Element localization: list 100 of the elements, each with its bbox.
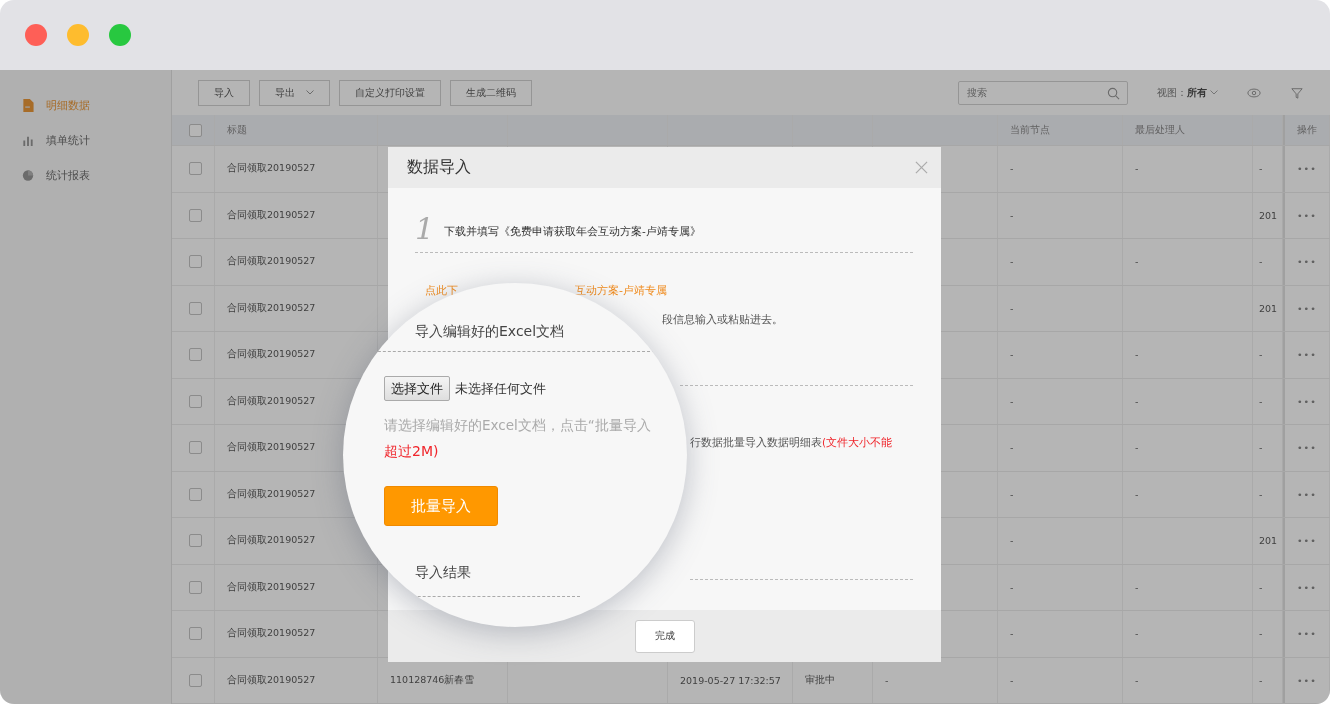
table-cell: - [1010,581,1014,593]
search-icon [1107,86,1120,100]
table-cell: - [1010,302,1014,314]
table-cell: - [1010,488,1014,500]
step-number: 1 [415,213,435,245]
table-cell: 合同领取20190527 [227,673,316,687]
close-icon[interactable] [915,161,928,174]
table-cell: - [1135,488,1139,500]
caret-icon [1210,90,1218,95]
checkbox[interactable] [189,348,202,362]
table-cell: 合同领取20190527 [227,487,316,501]
caret-icon [306,90,314,95]
checkbox[interactable] [189,162,202,176]
checkbox[interactable] [189,123,202,137]
table-cell: - [1135,163,1139,175]
table-cell: 审批中 [805,673,835,687]
checkbox[interactable] [189,255,202,269]
checkbox[interactable] [189,534,202,548]
checkbox[interactable] [189,301,202,315]
table-cell: 2019-05-27 17:32:57 [680,674,781,686]
table-cell: 合同领取20190527 [227,394,316,408]
step-title: 导入编辑好的Excel文档 [415,323,565,339]
instruction-text: 行数据批量导入数据明细表 [690,436,822,448]
table-cell: - [1135,674,1139,686]
checkbox[interactable] [189,394,202,408]
more-button[interactable]: ••• [1297,209,1317,221]
pie-chart-icon [22,169,34,182]
dialog-title: 数据导入 [407,157,471,178]
checkbox[interactable] [189,441,202,455]
table-cell: - [1010,163,1014,175]
download-link[interactable]: 互动方案-卢靖专属 [575,283,667,298]
size-note: 超过2M) [383,443,440,461]
more-button[interactable]: ••• [1297,302,1317,314]
search-field[interactable]: 搜索 [958,80,1128,105]
table-cell: 合同领取20190527 [227,301,316,315]
checkbox[interactable] [189,487,202,501]
close-window-button[interactable] [25,24,47,46]
table-cell: - [1135,581,1139,593]
table-cell: - [1010,395,1014,407]
table-cell: - [1259,256,1263,268]
more-button[interactable]: ••• [1297,256,1317,268]
table-cell: - [1259,349,1263,361]
table-cell: 合同领取20190527 [227,580,316,594]
filter-icon[interactable] [1290,86,1304,99]
table-cell: - [1135,628,1139,640]
table-cell: 201 [1259,209,1278,221]
table-cell: - [1010,209,1014,221]
hint-text: 请选择编辑好的Excel文档，点击“批量导入 [383,417,652,435]
table-cell: - [1135,395,1139,407]
import-button[interactable]: 批量导入 [384,486,498,526]
view-selector[interactable]: 视图：所有 [1157,85,1218,100]
choose-file-button[interactable]: 选择文件 [384,376,450,401]
more-button[interactable]: ••• [1297,442,1317,454]
table-cell: - [885,674,889,686]
checkbox[interactable] [189,580,202,594]
minimize-window-button[interactable] [67,24,89,46]
checkbox[interactable] [189,208,202,222]
more-button[interactable]: ••• [1297,674,1317,686]
toolbar-button[interactable]: 导入 [198,79,250,106]
file-status: 未选择任何文件 [455,379,546,398]
table-cell: - [1259,488,1263,500]
toolbar-button[interactable]: 自定义打印设置 [339,79,441,106]
table-cell: - [1259,163,1263,175]
eye-icon[interactable] [1247,86,1261,99]
table-cell: 110128746新春雪 [390,673,475,687]
document-icon [22,99,34,112]
table-cell: - [1135,256,1139,268]
table-cell: - [1010,442,1014,454]
done-button[interactable]: 完成 [634,619,695,653]
more-button[interactable]: ••• [1297,488,1317,500]
maximize-window-button[interactable] [109,24,131,46]
instruction-text: 段信息输入或粘贴进去。 [662,312,784,327]
table-cell: - [1010,674,1014,686]
download-link[interactable]: 点此下 [425,283,458,298]
more-button[interactable]: ••• [1297,581,1317,593]
table-cell: 合同领取20190527 [227,208,316,222]
sidebar-item[interactable]: 统计报表 [0,158,171,193]
table-cell: 合同领取20190527 [227,627,316,641]
table-cell: 201 [1259,535,1278,547]
sidebar-item[interactable]: 明细数据 [0,88,171,123]
column-header: 标题 [227,123,247,137]
more-button[interactable]: ••• [1297,349,1317,361]
more-button[interactable]: ••• [1297,163,1317,175]
table-cell: 合同领取20190527 [227,255,316,269]
more-button[interactable]: ••• [1297,628,1317,640]
table-cell: - [1010,256,1014,268]
table-cell: - [1259,674,1263,686]
toolbar-button[interactable]: 导出 [259,79,330,106]
more-button[interactable]: ••• [1297,535,1317,547]
table-cell: - [1259,628,1263,640]
table-cell: 合同领取20190527 [227,441,316,455]
checkbox[interactable] [189,673,202,687]
toolbar-button[interactable]: 生成二维码 [450,79,532,106]
table-cell: 合同领取20190527 [227,348,316,362]
table-cell: - [1259,395,1263,407]
checkbox[interactable] [189,627,202,641]
more-button[interactable]: ••• [1297,395,1317,407]
column-header: 当前节点 [1010,123,1050,137]
sidebar-item[interactable]: 填单统计 [0,123,171,158]
size-note: (文件大小不能 [822,436,893,448]
